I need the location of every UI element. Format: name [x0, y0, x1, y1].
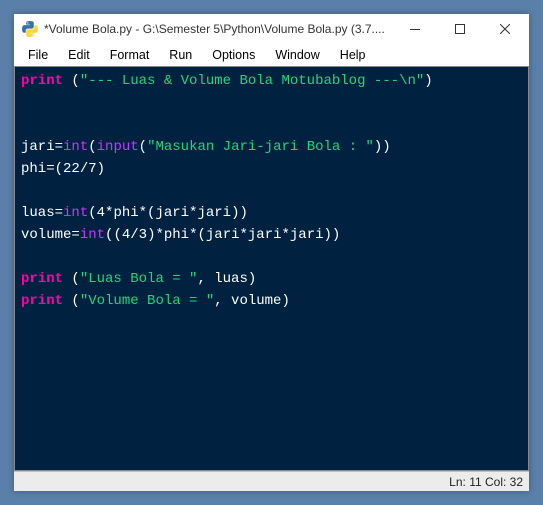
code-editor[interactable]: print ("--- Luas & Volume Bola Motubablo…	[14, 66, 529, 471]
minimize-button[interactable]	[392, 15, 437, 43]
code-line: print ("Volume Bola = ", volume)	[21, 290, 522, 312]
titlebar[interactable]: *Volume Bola.py - G:\Semester 5\Python\V…	[14, 14, 529, 44]
cursor-position: Ln: 11 Col: 32	[449, 475, 523, 489]
menu-file[interactable]: File	[18, 46, 58, 64]
menu-format[interactable]: Format	[100, 46, 160, 64]
close-button[interactable]	[482, 15, 527, 43]
python-file-icon	[22, 21, 38, 37]
code-line: phi=(22/7)	[21, 158, 522, 180]
statusbar: Ln: 11 Col: 32	[14, 471, 529, 491]
menu-run[interactable]: Run	[159, 46, 202, 64]
menu-edit[interactable]: Edit	[58, 46, 100, 64]
code-line: luas=int(4*phi*(jari*jari))	[21, 202, 522, 224]
code-line: print ("Luas Bola = ", luas)	[21, 268, 522, 290]
window-controls	[392, 15, 527, 43]
code-line: jari=int(input("Masukan Jari-jari Bola :…	[21, 136, 522, 158]
editor-window: *Volume Bola.py - G:\Semester 5\Python\V…	[14, 14, 529, 491]
code-line	[21, 180, 522, 202]
window-title: *Volume Bola.py - G:\Semester 5\Python\V…	[44, 22, 392, 36]
code-line	[21, 114, 522, 136]
menu-options[interactable]: Options	[202, 46, 265, 64]
code-line	[21, 246, 522, 268]
code-line: volume=int((4/3)*phi*(jari*jari*jari))	[21, 224, 522, 246]
code-line	[21, 92, 522, 114]
code-line: print ("--- Luas & Volume Bola Motubablo…	[21, 70, 522, 92]
menubar: File Edit Format Run Options Window Help	[14, 44, 529, 66]
menu-window[interactable]: Window	[265, 46, 329, 64]
menu-help[interactable]: Help	[330, 46, 376, 64]
maximize-button[interactable]	[437, 15, 482, 43]
